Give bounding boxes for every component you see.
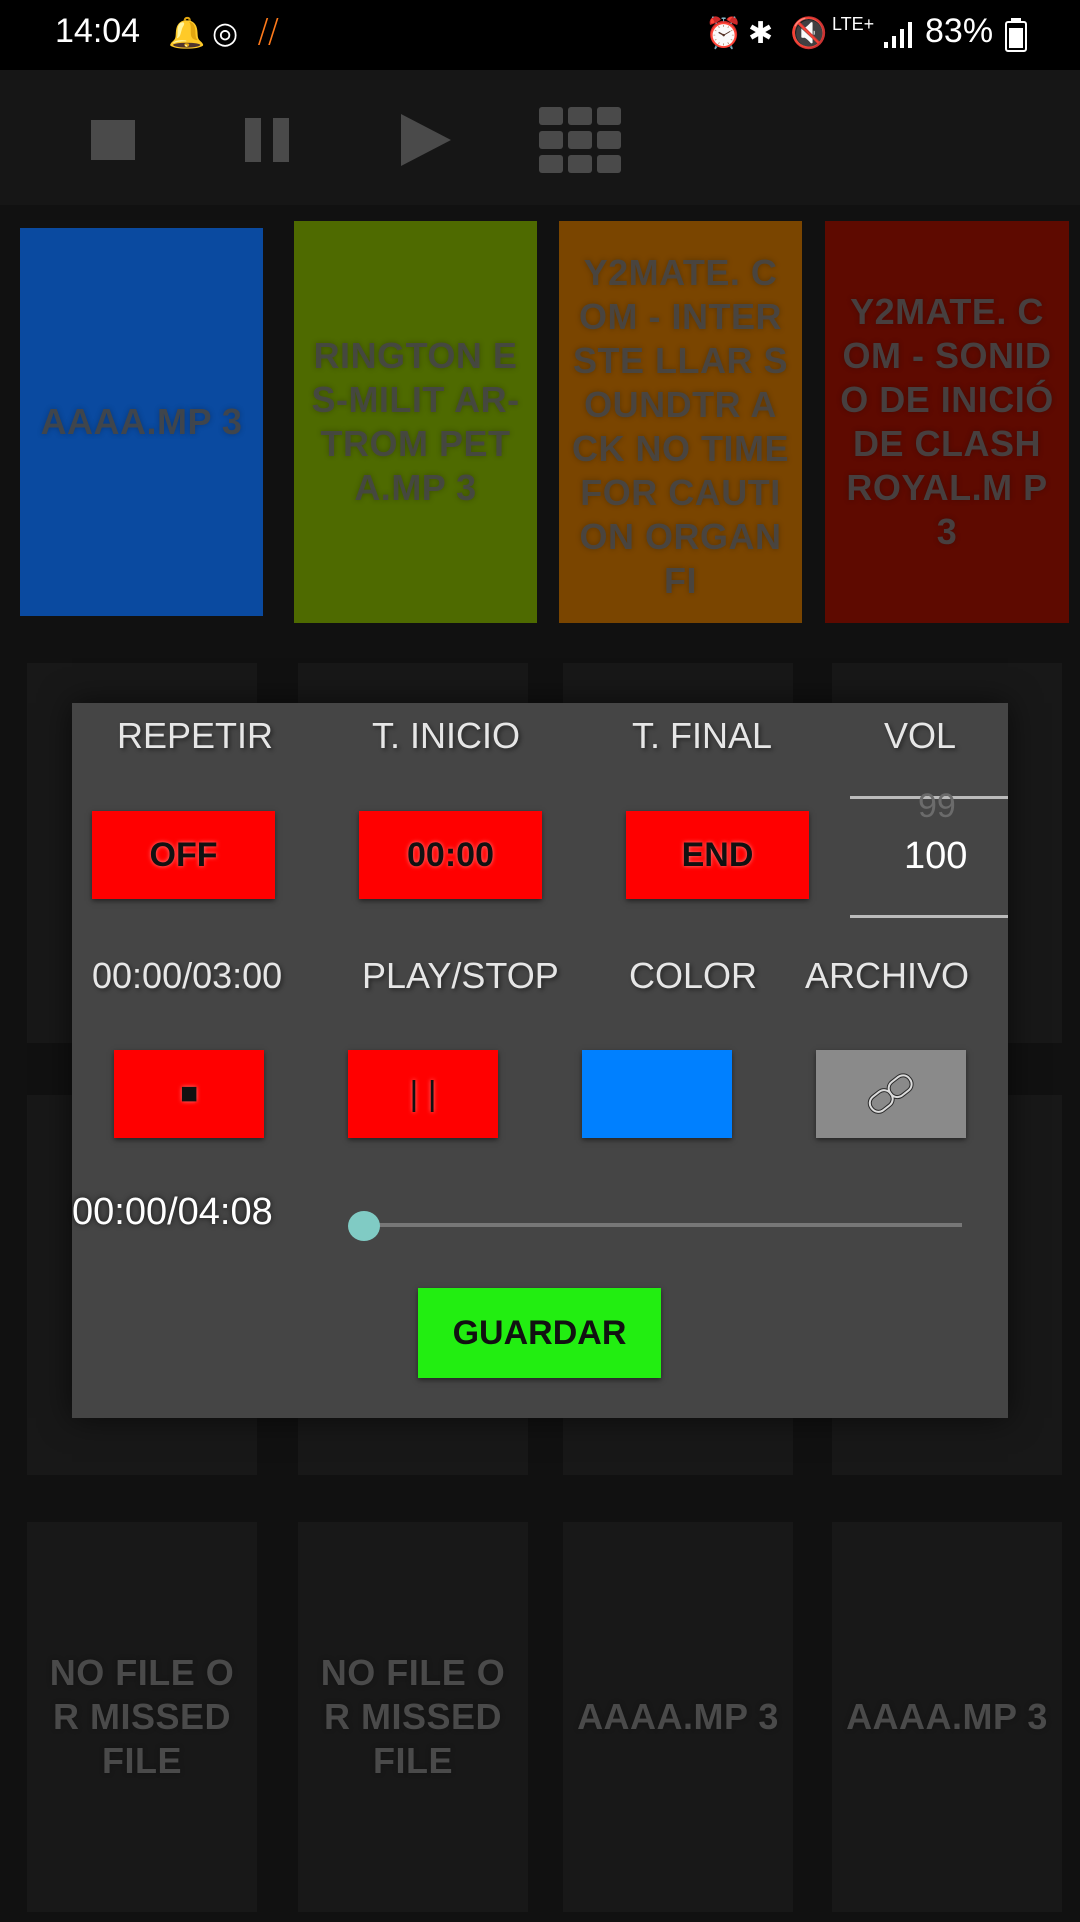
start-time-header: T. INICIO: [372, 715, 521, 756]
volume-header: VOL: [884, 715, 957, 756]
stop-button[interactable]: [80, 100, 145, 180]
sound-pad-label: RINGTON ES-MILIT AR-TROM PETA.MP 3: [311, 335, 520, 508]
link-icon: [867, 1073, 914, 1114]
status-time: 14:04: [55, 12, 141, 50]
color-picker-button[interactable]: [582, 1050, 732, 1138]
save-button[interactable]: GUARDAR: [418, 1288, 661, 1378]
pause-icon: [244, 118, 289, 162]
sound-pad[interactable]: NO FILE OR MISSED FILE: [298, 1522, 528, 1912]
sound-pad-label: Y2MATE. COM - SONIDO DE INICIÓ DE CLASH …: [840, 291, 1054, 552]
repeat-header: REPETIR: [117, 715, 274, 756]
sound-pad[interactable]: AAAA.MP 3: [20, 228, 263, 616]
end-time-button[interactable]: END: [626, 811, 809, 899]
notification-bell-icon: 🔔: [168, 17, 206, 50]
pause-icon: | |: [409, 1074, 437, 1113]
sound-pad-label: NO FILE OR MISSED FILE: [320, 1652, 506, 1781]
save-label: GUARDAR: [452, 1313, 627, 1352]
repeat-toggle-button[interactable]: OFF: [92, 811, 275, 899]
start-time-button[interactable]: 00:00: [359, 811, 542, 899]
play-button[interactable]: [390, 100, 460, 180]
stop-icon: ■: [179, 1077, 199, 1110]
volume-picker[interactable]: 99 100: [850, 787, 1008, 921]
pad-settings-dialog: REPETIR T. INICIO T. FINAL VOL OFF 00:00…: [72, 703, 1008, 1418]
end-time-value: END: [681, 835, 754, 874]
start-time-value: 00:00: [407, 835, 494, 874]
sound-pad[interactable]: NO FILE OR MISSED FILE: [27, 1522, 257, 1912]
sound-pad-label: AAAA.MP 3: [577, 1696, 779, 1737]
bluetooth-icon: ✱: [748, 17, 774, 50]
mute-icon: 🔇: [790, 17, 828, 50]
eye-icon: ◎: [212, 17, 239, 50]
alarm-icon: ⏰: [705, 17, 743, 50]
stop-icon: [90, 120, 135, 160]
end-time-header: T. FINAL: [632, 715, 773, 756]
sound-pad-label: NO FILE OR MISSED FILE: [49, 1652, 235, 1781]
play-stop-label: PLAY/STOP: [362, 955, 559, 996]
pause-preview-button[interactable]: | |: [348, 1050, 498, 1138]
seekbar-thumb[interactable]: [348, 1211, 380, 1241]
sound-pad-label: Y2MATE. COM - INTERSTE LLAR SOUNDTR ACK …: [572, 252, 789, 601]
player-toolbar: [0, 70, 1080, 205]
stop-preview-button[interactable]: ■: [114, 1050, 264, 1138]
seekbar-track: [356, 1223, 962, 1227]
file-picker-button[interactable]: [816, 1050, 966, 1138]
color-label: COLOR: [629, 955, 758, 996]
grid-view-button[interactable]: [535, 100, 625, 180]
play-icon: [401, 114, 451, 166]
battery-icon: [1005, 18, 1027, 57]
sound-pad-label: AAAA.MP 3: [846, 1696, 1048, 1737]
grid-icon: [539, 107, 621, 173]
battery-percent: 83%: [925, 12, 994, 50]
volume-prev-value: 99: [918, 787, 956, 825]
sound-pad[interactable]: AAAA.MP 3: [563, 1522, 793, 1912]
progress-seekbar[interactable]: [348, 1211, 962, 1241]
progress-time-label: 00:00/04:08: [72, 1191, 273, 1233]
signal-icon: [882, 20, 914, 55]
sound-pad[interactable]: Y2MATE. COM - INTERSTE LLAR SOUNDTR ACK …: [559, 221, 802, 623]
status-bar: 14:04 🔔 ◎ ⧸⧸ ⏰ ✱ 🔇 LTE+ 83%: [0, 0, 1080, 70]
duration-label: 00:00/03:00: [92, 955, 283, 996]
volume-current-value: 100: [904, 835, 968, 877]
sound-pad-label: AAAA.MP 3: [40, 401, 243, 442]
file-label: ARCHIVO: [805, 955, 970, 996]
picker-divider: [850, 915, 1008, 918]
network-type: LTE+: [832, 14, 875, 34]
app-notification-icon: ⧸⧸: [258, 16, 279, 49]
repeat-value: OFF: [149, 835, 218, 874]
pause-button[interactable]: [235, 100, 300, 180]
sound-pad[interactable]: Y2MATE. COM - SONIDO DE INICIÓ DE CLASH …: [825, 221, 1069, 623]
sound-pad[interactable]: RINGTON ES-MILIT AR-TROM PETA.MP 3: [294, 221, 537, 623]
sound-pad[interactable]: AAAA.MP 3: [832, 1522, 1062, 1912]
